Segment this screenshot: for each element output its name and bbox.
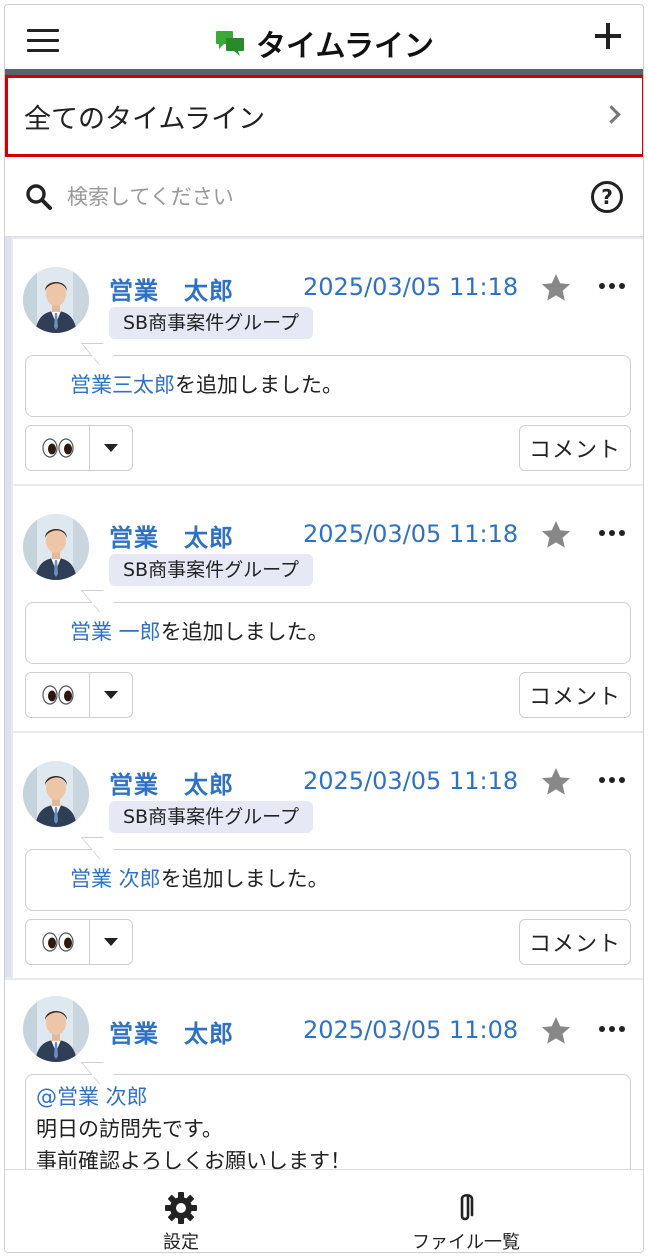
post-timestamp[interactable]: 2025/03/05 11:18 bbox=[303, 767, 518, 795]
post-body: 営業 次郎を追加しました。 bbox=[26, 850, 630, 894]
paperclip-icon bbox=[460, 1193, 474, 1221]
post-body-text: を追加しました。 bbox=[160, 620, 329, 644]
post-author[interactable]: 営業 太郎 bbox=[109, 1014, 234, 1049]
chat-bubbles-icon bbox=[216, 31, 245, 56]
user-mention-link[interactable]: 営業 一郎 bbox=[70, 620, 161, 644]
post-body-line: 明日の訪問先です。 bbox=[36, 1117, 223, 1141]
post-bubble: 営業 一郎を追加しました。 bbox=[25, 590, 631, 664]
post-bubble: @営業 次郎 明日の訪問先です。 事前確認よろしくお願いします！ bbox=[25, 1062, 631, 1169]
timeline-post: 営業 太郎 2025/03/05 11:18 SB商事案件グループ 営業 次郎を… bbox=[13, 733, 643, 978]
more-options-icon[interactable] bbox=[599, 283, 627, 291]
post-timestamp[interactable]: 2025/03/05 11:18 bbox=[303, 273, 518, 301]
comment-button[interactable]: コメント bbox=[519, 425, 631, 471]
nav-file-list[interactable]: ファイル一覧 bbox=[401, 1170, 531, 1253]
group-badge[interactable]: SB商事案件グループ bbox=[109, 307, 313, 339]
app-frame: タイムライン 全てのタイムライン ? bbox=[4, 4, 644, 1253]
post-timestamp[interactable]: 2025/03/05 11:18 bbox=[303, 520, 518, 548]
star-icon[interactable] bbox=[540, 1015, 572, 1047]
search-input[interactable] bbox=[67, 177, 567, 217]
nav-settings-label: 設定 bbox=[163, 1232, 199, 1253]
post-body-text: を追加しました。 bbox=[175, 373, 343, 397]
post-author[interactable]: 営業 太郎 bbox=[109, 518, 234, 553]
person-avatar-icon bbox=[23, 514, 89, 580]
add-timeline-button[interactable] bbox=[591, 19, 625, 53]
search-icon[interactable] bbox=[25, 183, 53, 211]
group-badge[interactable]: SB商事案件グループ bbox=[109, 554, 313, 586]
eyes-emoji-icon bbox=[41, 438, 74, 458]
timeline-post: 営業 太郎 2025/03/05 11:18 SB商事案件グループ 営業 一郎を… bbox=[13, 486, 643, 731]
person-avatar-icon bbox=[23, 996, 89, 1062]
reaction-control bbox=[25, 672, 133, 718]
star-icon[interactable] bbox=[540, 519, 572, 551]
comment-button[interactable]: コメント bbox=[519, 672, 631, 718]
avatar[interactable] bbox=[23, 514, 89, 580]
post-bubble: 営業 次郎を追加しました。 bbox=[25, 837, 631, 911]
post-timestamp[interactable]: 2025/03/05 11:08 bbox=[303, 1016, 518, 1044]
comment-button[interactable]: コメント bbox=[519, 919, 631, 965]
caret-down-icon bbox=[104, 938, 118, 946]
help-icon[interactable]: ? bbox=[591, 181, 623, 213]
eyes-emoji-icon bbox=[41, 932, 74, 952]
post-bubble: 営業三太郎を追加しました。 bbox=[25, 343, 631, 417]
chevron-right-icon bbox=[602, 105, 621, 124]
app-header: タイムライン bbox=[5, 5, 643, 75]
reaction-button[interactable] bbox=[26, 673, 90, 717]
reaction-button[interactable] bbox=[26, 426, 90, 470]
post-body: 営業 一郎を追加しました。 bbox=[26, 603, 630, 647]
star-icon[interactable] bbox=[540, 272, 572, 304]
more-options-icon[interactable] bbox=[599, 1026, 627, 1034]
person-avatar-icon bbox=[23, 761, 89, 827]
group-badge[interactable]: SB商事案件グループ bbox=[109, 801, 313, 833]
gear-icon bbox=[165, 1192, 197, 1224]
eyes-emoji-icon bbox=[41, 685, 74, 705]
avatar[interactable] bbox=[23, 996, 89, 1062]
user-mention-link[interactable]: 営業 次郎 bbox=[70, 867, 161, 891]
reaction-dropdown[interactable] bbox=[90, 673, 132, 717]
person-avatar-icon bbox=[23, 267, 89, 333]
reaction-control bbox=[25, 425, 133, 471]
caret-down-icon bbox=[104, 691, 118, 699]
post-body-line: 事前確認よろしくお願いします！ bbox=[36, 1149, 351, 1169]
nav-file-list-label: ファイル一覧 bbox=[412, 1232, 520, 1253]
reaction-control bbox=[25, 919, 133, 965]
reaction-dropdown[interactable] bbox=[90, 426, 132, 470]
avatar[interactable] bbox=[23, 267, 89, 333]
bottom-navigation: 設定 ファイル一覧 bbox=[5, 1169, 643, 1253]
timeline-post: 営業 太郎 2025/03/05 11:08 @営業 次郎 明日の訪問先です。 … bbox=[5, 980, 643, 1169]
more-options-icon[interactable] bbox=[599, 530, 627, 538]
more-options-icon[interactable] bbox=[599, 777, 627, 785]
page-title: タイムライン bbox=[216, 21, 434, 65]
avatar[interactable] bbox=[23, 761, 89, 827]
unread-rail bbox=[5, 237, 11, 977]
post-body: 営業三太郎を追加しました。 bbox=[26, 356, 630, 400]
search-bar: ? bbox=[5, 157, 643, 237]
timeline-post: 営業 太郎 2025/03/05 11:18 SB商事案件グループ 営業三太郎を… bbox=[13, 239, 643, 484]
star-icon[interactable] bbox=[540, 766, 572, 798]
user-mention-link[interactable]: 営業三太郎 bbox=[70, 373, 175, 397]
caret-down-icon bbox=[104, 444, 118, 452]
post-author[interactable]: 営業 太郎 bbox=[109, 765, 234, 800]
page-title-text: タイムライン bbox=[256, 29, 434, 64]
post-author[interactable]: 営業 太郎 bbox=[109, 271, 234, 306]
timeline-selector[interactable]: 全てのタイムライン bbox=[5, 75, 643, 157]
post-body-text: を追加しました。 bbox=[160, 867, 329, 891]
timeline-selector-label: 全てのタイムライン bbox=[24, 103, 266, 135]
reaction-button[interactable] bbox=[26, 920, 90, 964]
nav-settings[interactable]: 設定 bbox=[141, 1170, 221, 1253]
timeline-feed[interactable]: 営業 太郎 2025/03/05 11:18 SB商事案件グループ 営業三太郎を… bbox=[5, 237, 643, 1169]
post-body: @営業 次郎 明日の訪問先です。 事前確認よろしくお願いします！ bbox=[26, 1075, 630, 1169]
user-mention-link[interactable]: @営業 次郎 bbox=[36, 1081, 630, 1113]
title-wrap: タイムライン bbox=[5, 21, 643, 65]
reaction-dropdown[interactable] bbox=[90, 920, 132, 964]
